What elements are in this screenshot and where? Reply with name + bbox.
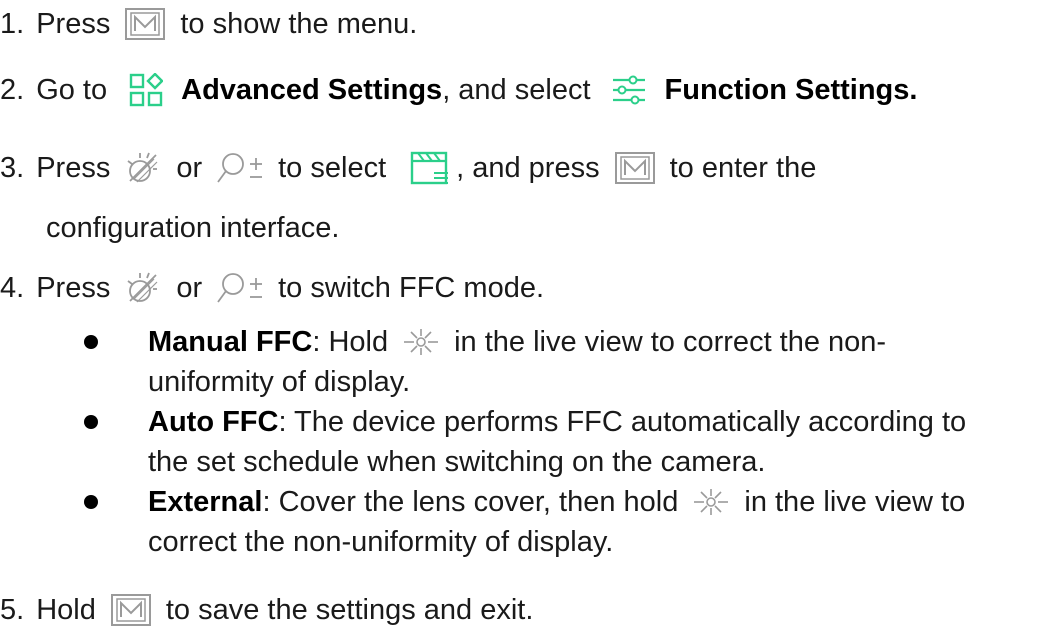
manual-page: 1. Press to show the menu. 2. Go to Adva… [0,0,1038,632]
step-text: , and press [456,152,600,184]
step-text: configuration interface. [46,212,340,244]
bullet-text: in the live view to [744,486,966,518]
bullet-manual-ffc: Manual FFC : Hold in the live view to co… [148,322,886,362]
shutter-icon [692,487,730,517]
bullet-auto-ffc: Auto FFC : The device performs FFC autom… [148,402,966,442]
bullet-text: : Hold [312,326,389,358]
step-text: to save the settings and exit. [165,594,534,626]
function-settings-icon [611,75,647,105]
bullet-external: External : Cover the lens cover, then ho… [148,482,965,522]
zoom-icon [216,271,264,305]
ffc-icon [410,151,450,185]
step-text: Press [36,8,111,40]
step-3-continued: configuration interface. [46,208,339,248]
step-text: or [176,152,203,184]
step-text: to select [278,152,387,184]
m-key-icon [110,593,152,627]
step-3: 3. Press or to select , and press to ent… [0,148,816,188]
bullet-text: uniformity of display. [148,366,411,398]
function-settings-label: Function Settings. [664,74,918,106]
bullet-external-line-2: correct the non-uniformity of display. [148,522,613,562]
step-1: 1. Press to show the menu. [0,4,417,44]
step-text: Press [36,152,111,184]
bullet-text: : The device performs FFC automatically … [278,406,967,438]
m-key-icon [614,151,656,185]
bullet-text: : Cover the lens cover, then hold [262,486,679,518]
step-text: to show the menu. [180,8,418,40]
step-text: or [176,272,203,304]
bullet-title: Manual FFC [148,326,313,358]
bullet-title: Auto FFC [148,406,279,438]
brightness-icon [124,149,162,187]
step-text: , and select [442,74,591,106]
shutter-icon [402,327,440,357]
step-number: 2. [0,74,25,106]
bullet-text: correct the non-uniformity of display. [148,526,614,558]
bullet-dot [84,495,98,509]
advanced-settings-label: Advanced Settings [181,74,443,106]
bullet-auto-ffc-line-2: the set schedule when switching on the c… [148,442,765,482]
bullet-dot [84,335,98,349]
step-text: to enter the [669,152,817,184]
brightness-icon [124,269,162,307]
step-number: 5. [0,594,25,626]
step-text: Hold [36,594,96,626]
zoom-icon [216,151,264,185]
step-text: to switch FFC mode. [278,272,545,304]
bullet-text: in the live view to correct the non- [454,326,887,358]
m-key-icon [124,7,166,41]
step-number: 4. [0,272,25,304]
step-number: 3. [0,152,25,184]
bullet-title: External [148,486,263,518]
step-5: 5. Hold to save the settings and exit. [0,590,533,630]
step-4: 4. Press or to switch FFC mode. [0,268,544,308]
step-text: Go to [36,74,108,106]
advanced-settings-icon [129,73,164,107]
bullet-text: the set schedule when switching on the c… [148,446,766,478]
step-number: 1. [0,8,25,40]
step-2: 2. Go to Advanced Settings , and select … [0,70,917,110]
bullet-dot [84,415,98,429]
bullet-manual-ffc-line-2: uniformity of display. [148,362,410,402]
step-text: Press [36,272,111,304]
